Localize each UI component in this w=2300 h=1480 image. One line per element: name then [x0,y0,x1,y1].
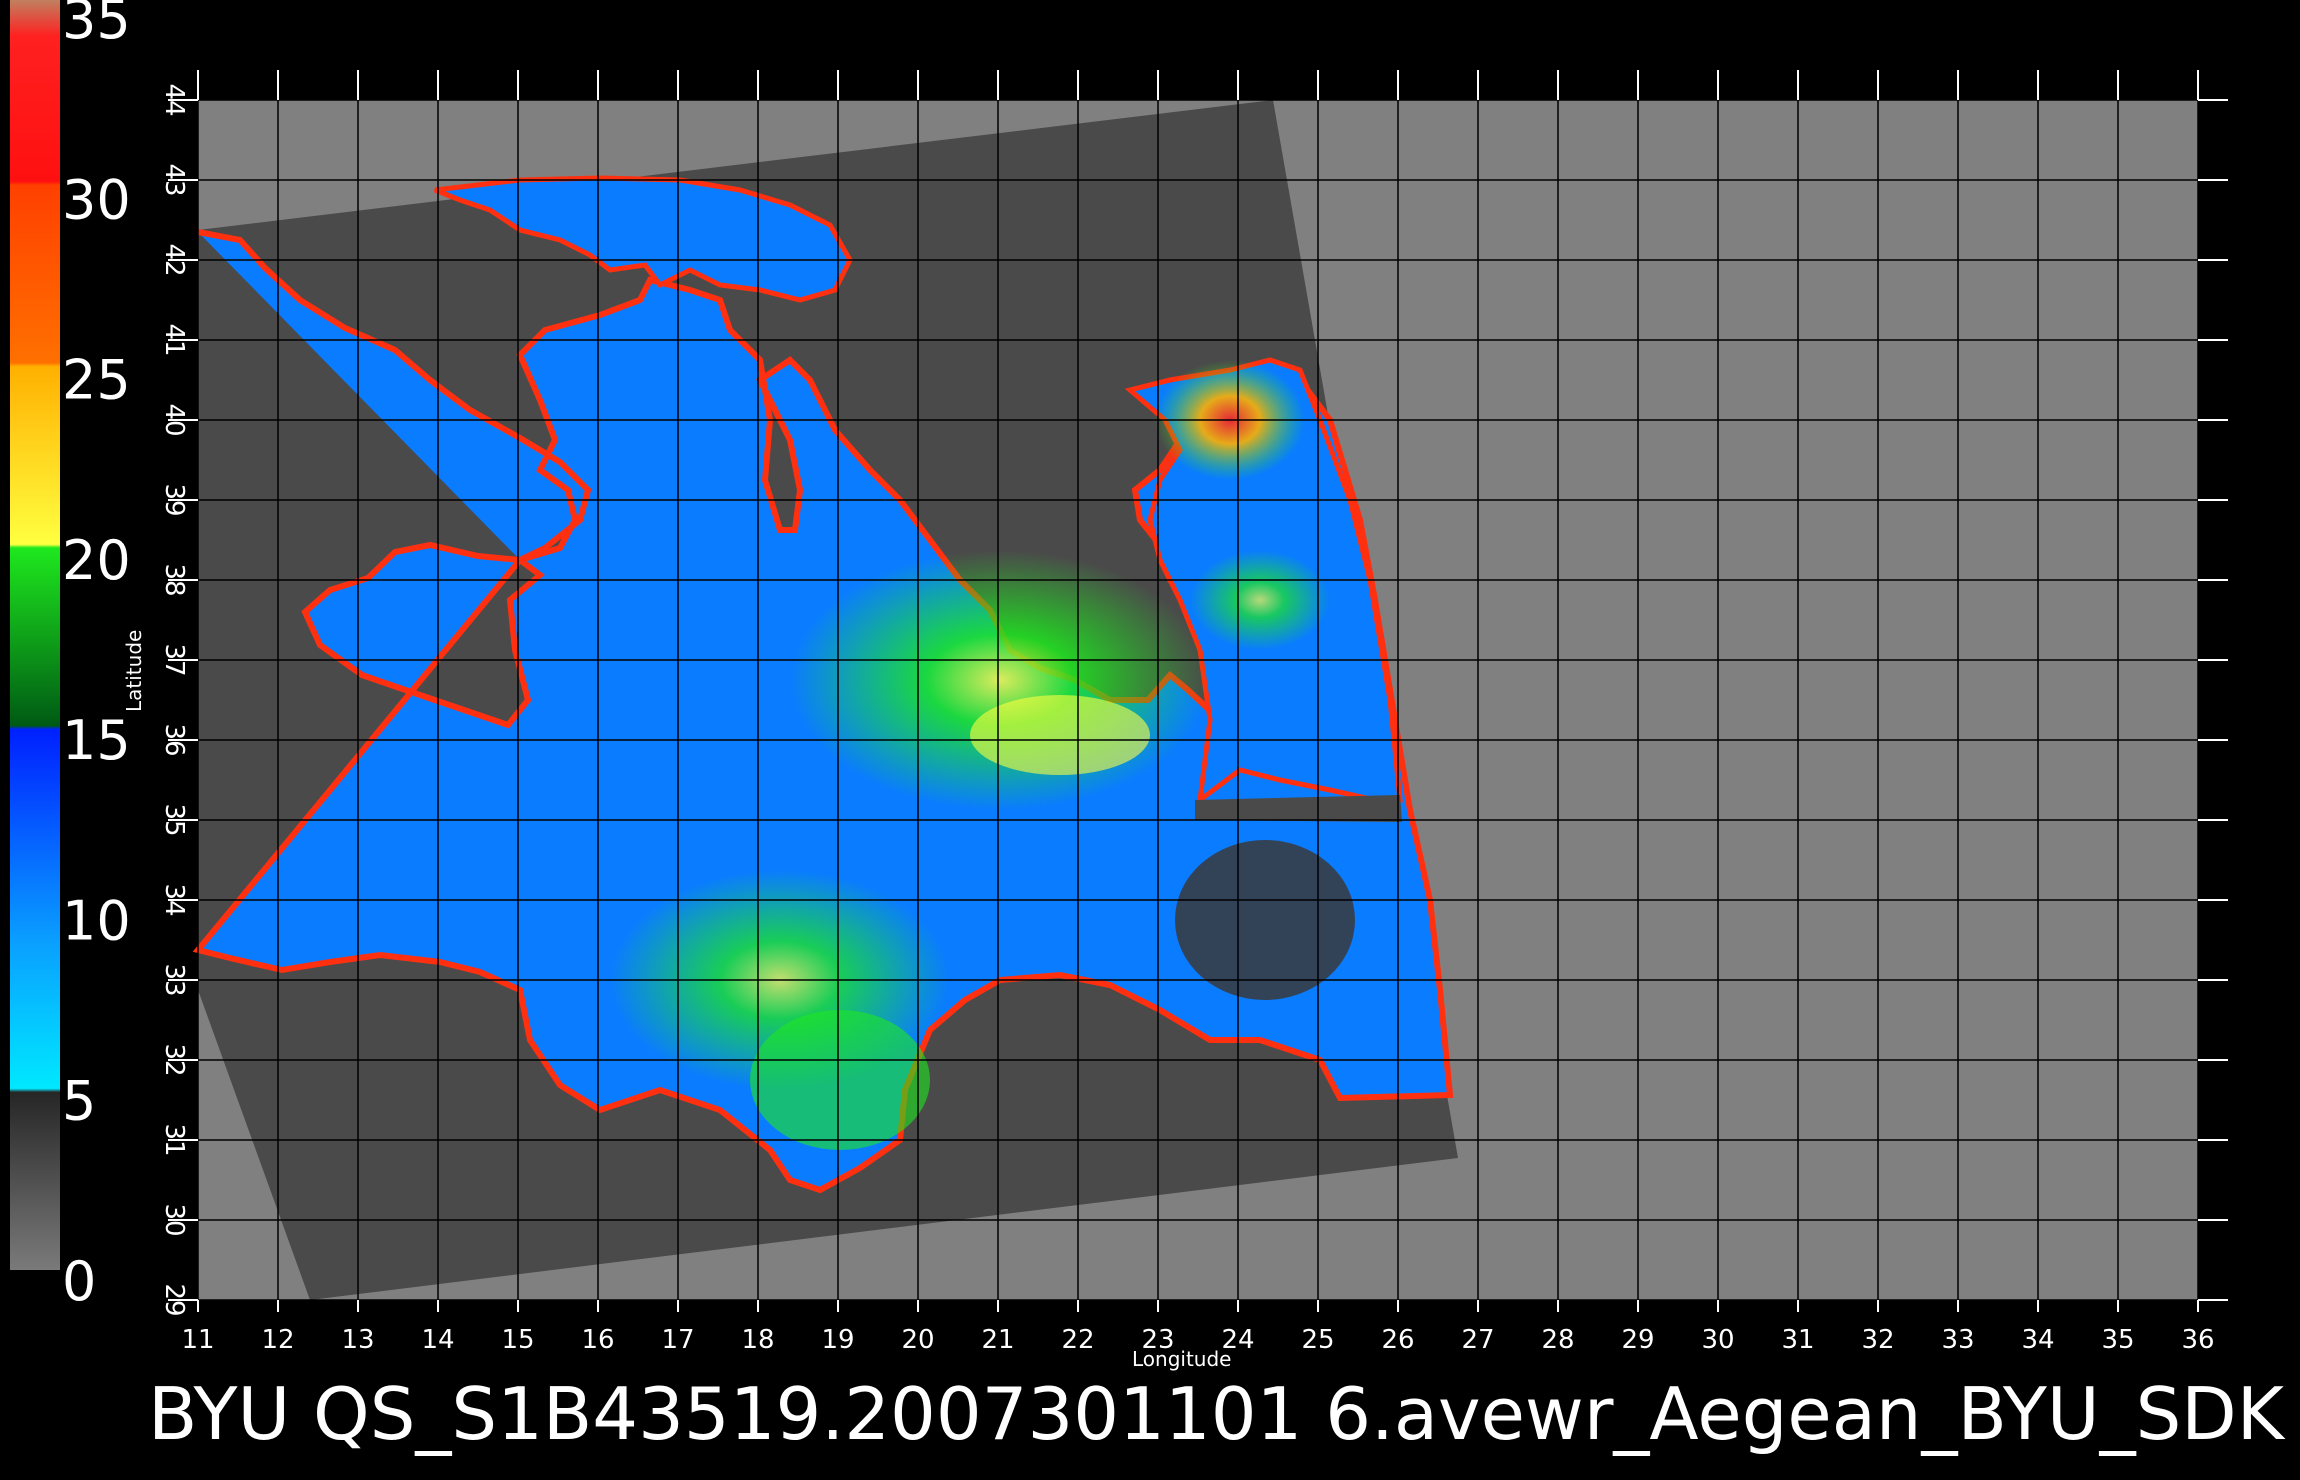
x-tick-label: 12 [261,1325,294,1355]
x-tick-label: 11 [181,1325,214,1355]
y-tick-label: 43 [159,163,189,196]
colorbar-label-15: 15 [62,709,131,772]
x-tick-label: 27 [1461,1325,1494,1355]
colorbar-label-30: 30 [62,168,131,231]
x-tick-label: 21 [981,1325,1014,1355]
y-tick-label: 35 [159,803,189,836]
y-tick-label: 42 [159,243,189,276]
x-tick-label: 26 [1381,1325,1414,1355]
x-tick-label: 32 [1861,1325,1894,1355]
x-tick-label: 29 [1621,1325,1654,1355]
x-tick-label: 36 [2181,1325,2214,1355]
x-tick-label: 35 [2101,1325,2134,1355]
low-wind-patch [1175,840,1355,1000]
x-tick-label: 14 [421,1325,454,1355]
y-tick-label: 31 [159,1123,189,1156]
y-tick-label: 39 [159,483,189,516]
y-axis-title: Latitude [122,629,146,712]
image-title: BYU QS_S1B43519.2007301101 6.avewr_Aegea… [148,1372,2284,1456]
x-tick-label: 17 [661,1325,694,1355]
x-tick-label: 19 [821,1325,854,1355]
colorbar-label-5: 5 [62,1070,96,1133]
x-tick-label: 18 [741,1325,774,1355]
y-tick-label: 33 [159,963,189,996]
y-tick-label: 36 [159,723,189,756]
x-tick-label: 22 [1061,1325,1094,1355]
x-tick-label: 15 [501,1325,534,1355]
y-tick-label: 34 [159,883,189,916]
y-tick-label: 44 [159,83,189,116]
x-tick-label: 25 [1301,1325,1334,1355]
colorbar-label-35: 35 [62,0,131,51]
wind-map-figure: 0 5 10 15 20 25 30 35 11 12 13 14 15 16 17 18 19 20 21 22 2… [0,0,2300,1480]
colorbar-label-10: 10 [62,889,131,952]
wind-high-marmara [1190,550,1330,650]
x-tick-label: 28 [1541,1325,1574,1355]
x-tick-label: 16 [581,1325,614,1355]
colorbar-label-0: 0 [62,1250,96,1313]
y-tick-label: 32 [159,1043,189,1076]
map-plot-area [192,99,2199,1301]
y-tick-label: 38 [159,563,189,596]
colorbar-label-25: 25 [62,349,131,412]
wind-high-aegean [790,550,1210,810]
y-tick-label: 41 [159,323,189,356]
colorbar-gradient [10,0,60,1270]
x-tick-label: 20 [901,1325,934,1355]
x-tick-label: 13 [341,1325,374,1355]
x-tick-label: 33 [1941,1325,1974,1355]
x-tick-label: 34 [2021,1325,2054,1355]
y-tick-label: 40 [159,403,189,436]
x-tick-label: 30 [1701,1325,1734,1355]
y-tick-label: 30 [159,1203,189,1236]
x-tick-label: 31 [1781,1325,1814,1355]
y-tick-label: 29 [159,1283,189,1316]
wind-high-south [750,1010,930,1150]
y-tick-label: 37 [159,643,189,676]
colorbar-label-20: 20 [62,529,131,592]
wind-high-aegean-core [970,695,1150,775]
